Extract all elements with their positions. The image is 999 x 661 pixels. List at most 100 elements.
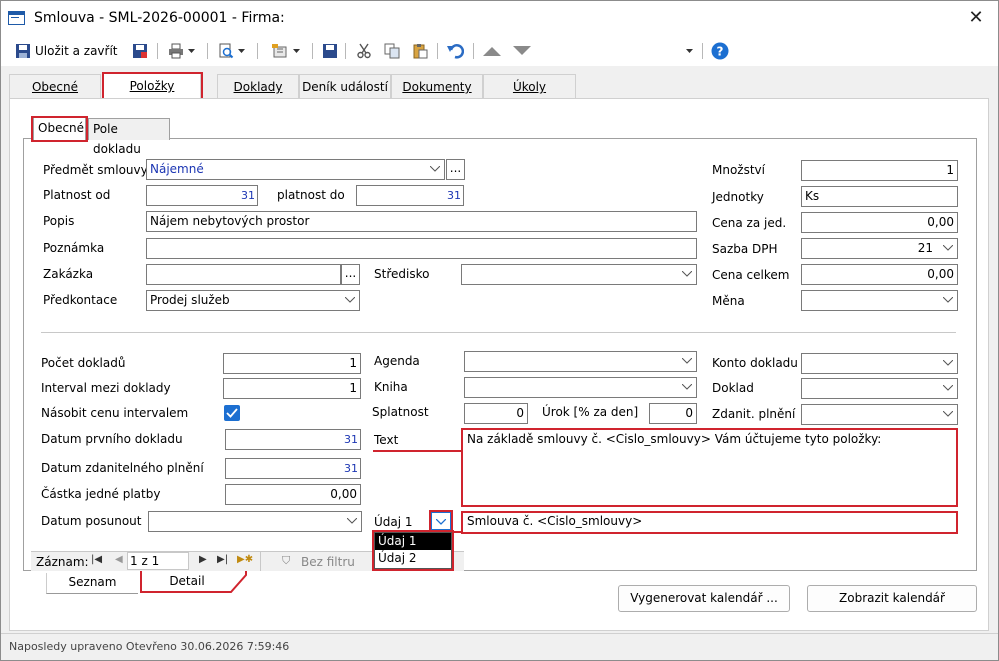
funnel-icon[interactable]: ⛉ xyxy=(282,554,290,568)
platnost-od-label: Platnost od xyxy=(43,188,111,202)
subtab-pole-dokladu[interactable]: Pole dokladu xyxy=(88,118,170,156)
save-all-button[interactable] xyxy=(319,40,341,62)
datum-prvniho-field[interactable]: 31 xyxy=(225,429,361,450)
record-position[interactable]: 1 z 1 xyxy=(127,552,189,570)
agenda-select[interactable] xyxy=(464,351,697,372)
datum-zdan-field[interactable]: 31 xyxy=(225,458,361,479)
konto-select[interactable] xyxy=(801,353,958,374)
close-button[interactable]: ✕ xyxy=(963,6,989,30)
calendar-icon[interactable]: 31 xyxy=(445,186,463,205)
doklad-select[interactable] xyxy=(801,378,958,399)
chevron-down-icon[interactable] xyxy=(939,379,957,398)
poznamka-field[interactable] xyxy=(146,238,697,259)
predkontace-select[interactable]: Prodej služeb xyxy=(146,290,360,311)
castka-label: Částka jedné platby xyxy=(41,487,161,501)
chevron-down-icon[interactable] xyxy=(341,291,359,310)
mena-select[interactable] xyxy=(801,290,958,311)
preview-button[interactable] xyxy=(214,40,248,62)
chevron-down-icon[interactable] xyxy=(678,352,696,371)
save-icon xyxy=(16,44,30,58)
konto-label: Konto dokladu xyxy=(712,356,798,370)
tab-label: Obecné xyxy=(31,80,79,94)
zdanit-select[interactable] xyxy=(801,404,958,425)
platnost-do-field[interactable]: 31 xyxy=(356,185,464,206)
sazba-select[interactable]: 21 xyxy=(801,238,958,259)
datum-posunout-select[interactable] xyxy=(148,511,362,532)
dropdown-icon xyxy=(292,48,300,53)
prev-record-icon[interactable]: ◀ xyxy=(115,554,123,565)
tab-label: Seznam xyxy=(68,575,117,589)
cena-jed-label: Cena za jed. xyxy=(712,216,787,230)
zdanit-label: Zdanit. plnění xyxy=(712,407,796,421)
pocet-field[interactable]: 1 xyxy=(223,353,361,374)
help-icon: ? xyxy=(711,42,729,60)
jednotky-field[interactable]: Ks xyxy=(801,186,958,207)
next-record-icon[interactable]: ▶ xyxy=(199,554,207,565)
cut-button[interactable] xyxy=(353,40,375,62)
stredisko-select[interactable] xyxy=(461,264,697,285)
print-button[interactable] xyxy=(164,40,198,62)
svg-text:?: ? xyxy=(717,45,724,59)
kniha-label: Kniha xyxy=(374,380,408,394)
paste-icon xyxy=(413,44,428,59)
generate-calendar-button[interactable]: Vygenerovat kalendář ... xyxy=(618,585,790,612)
zakazka-lookup-button[interactable]: ... xyxy=(341,264,360,285)
highlight-udaj-dropdown xyxy=(429,510,453,532)
toolbar-separator xyxy=(257,43,258,59)
calendar-icon[interactable]: 31 xyxy=(342,459,360,478)
tab-denik[interactable]: Deník událostí xyxy=(299,74,391,98)
toolbar-options-dropdown[interactable] xyxy=(681,40,697,62)
tab-doklady[interactable]: Doklady xyxy=(217,74,299,98)
calendar-icon[interactable]: 31 xyxy=(239,186,257,205)
chevron-down-icon[interactable] xyxy=(678,265,696,284)
move-down-button[interactable] xyxy=(511,40,533,62)
popis-field[interactable]: Nájem nebytových prostor xyxy=(146,211,697,232)
chevron-down-icon[interactable] xyxy=(426,160,444,179)
chevron-down-icon[interactable] xyxy=(939,291,957,310)
first-record-icon[interactable]: |◀ xyxy=(91,554,102,565)
undo-button[interactable] xyxy=(443,40,467,62)
new-record-icon[interactable]: ▶✱ xyxy=(237,554,253,565)
platnost-od-field[interactable]: 31 xyxy=(146,185,258,206)
predmet-lookup-button[interactable]: ... xyxy=(446,159,465,180)
splatnost-field[interactable]: 0 xyxy=(464,403,528,424)
save-icon xyxy=(133,44,147,58)
status-text: Naposledy upraveno Otevřeno 30.06.2026 7… xyxy=(9,640,290,653)
tab-dokumenty[interactable]: Dokumenty xyxy=(391,74,483,98)
urok-field[interactable]: 0 xyxy=(649,403,697,424)
save-close-button[interactable]: Uložit a zavřít xyxy=(15,40,118,62)
mnozstvi-field[interactable]: 1 xyxy=(801,160,958,181)
last-record-icon[interactable]: ▶| xyxy=(217,554,228,565)
save-close-label: Uložit a zavřít xyxy=(35,44,118,58)
predmet-select[interactable]: Nájemné xyxy=(146,159,445,180)
save-button[interactable] xyxy=(129,40,151,62)
tab-obecne[interactable]: Obecné xyxy=(9,74,101,98)
chevron-down-icon[interactable] xyxy=(939,354,957,373)
zakazka-field[interactable] xyxy=(146,264,341,285)
title-bar: Smlouva - SML-2026-00001 - Firma: ✕ xyxy=(1,1,998,36)
export-button[interactable] xyxy=(265,40,305,62)
chevron-down-icon[interactable] xyxy=(939,239,957,258)
filter-label[interactable]: Bez filtru xyxy=(301,555,355,569)
chevron-down-icon[interactable] xyxy=(939,405,957,424)
tab-seznam[interactable]: Seznam xyxy=(46,573,138,594)
chevron-down-icon[interactable] xyxy=(343,512,361,531)
toolbar-separator xyxy=(345,43,346,59)
copy-button[interactable] xyxy=(381,40,403,62)
castka-field[interactable]: 0,00 xyxy=(225,484,361,505)
help-button[interactable]: ? xyxy=(709,40,731,62)
show-calendar-button[interactable]: Zobrazit kalendář xyxy=(807,585,977,612)
move-up-button[interactable] xyxy=(481,40,503,62)
interval-field[interactable]: 1 xyxy=(223,378,361,399)
kniha-select[interactable] xyxy=(464,377,697,398)
calendar-icon[interactable]: 31 xyxy=(342,430,360,449)
toolbar-separator xyxy=(473,43,474,59)
cena-celkem-field[interactable]: 0,00 xyxy=(801,264,958,285)
checkmark-icon xyxy=(226,408,238,418)
cena-jed-field[interactable]: 0,00 xyxy=(801,212,958,233)
paste-button[interactable] xyxy=(409,40,431,62)
nasobit-checkbox[interactable] xyxy=(224,405,240,421)
chevron-down-icon[interactable] xyxy=(678,378,696,397)
platnost-do-label: platnost do xyxy=(277,188,345,202)
tab-ukoly[interactable]: Úkoly xyxy=(483,74,576,98)
